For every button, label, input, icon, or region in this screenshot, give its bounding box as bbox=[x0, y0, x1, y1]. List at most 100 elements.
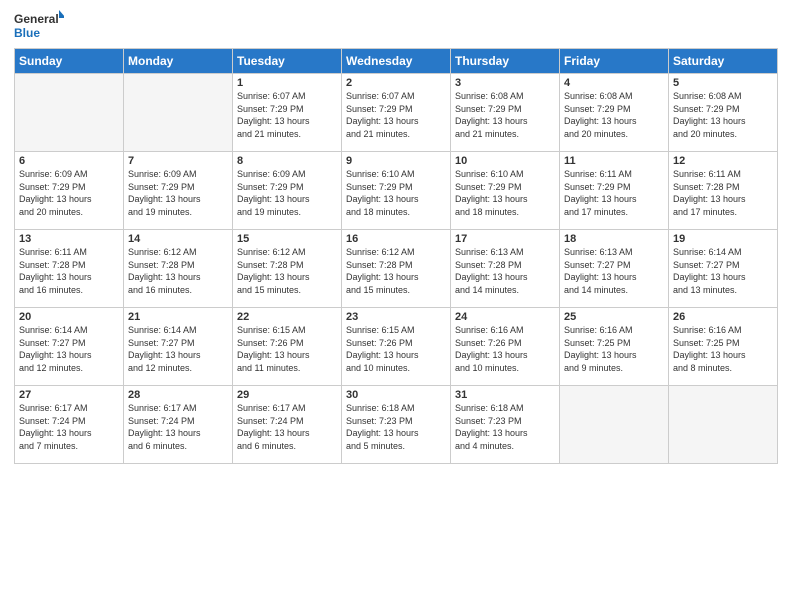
calendar-day-cell bbox=[669, 386, 778, 464]
day-info: Sunrise: 6:11 AM Sunset: 7:29 PM Dayligh… bbox=[564, 168, 664, 218]
calendar-day-cell: 21Sunrise: 6:14 AM Sunset: 7:27 PM Dayli… bbox=[124, 308, 233, 386]
day-info: Sunrise: 6:15 AM Sunset: 7:26 PM Dayligh… bbox=[346, 324, 446, 374]
day-number: 5 bbox=[673, 77, 773, 89]
day-info: Sunrise: 6:15 AM Sunset: 7:26 PM Dayligh… bbox=[237, 324, 337, 374]
day-number: 12 bbox=[673, 155, 773, 167]
calendar-day-cell: 12Sunrise: 6:11 AM Sunset: 7:28 PM Dayli… bbox=[669, 152, 778, 230]
day-info: Sunrise: 6:07 AM Sunset: 7:29 PM Dayligh… bbox=[346, 90, 446, 140]
calendar-day-header: Friday bbox=[560, 49, 669, 74]
day-info: Sunrise: 6:09 AM Sunset: 7:29 PM Dayligh… bbox=[19, 168, 119, 218]
day-number: 23 bbox=[346, 311, 446, 323]
calendar-week-row: 27Sunrise: 6:17 AM Sunset: 7:24 PM Dayli… bbox=[15, 386, 778, 464]
calendar-day-header: Thursday bbox=[451, 49, 560, 74]
day-info: Sunrise: 6:14 AM Sunset: 7:27 PM Dayligh… bbox=[128, 324, 228, 374]
day-number: 11 bbox=[564, 155, 664, 167]
calendar-table: SundayMondayTuesdayWednesdayThursdayFrid… bbox=[14, 48, 778, 464]
calendar-day-cell: 8Sunrise: 6:09 AM Sunset: 7:29 PM Daylig… bbox=[233, 152, 342, 230]
day-info: Sunrise: 6:09 AM Sunset: 7:29 PM Dayligh… bbox=[237, 168, 337, 218]
day-number: 22 bbox=[237, 311, 337, 323]
day-number: 24 bbox=[455, 311, 555, 323]
day-number: 2 bbox=[346, 77, 446, 89]
day-number: 13 bbox=[19, 233, 119, 245]
day-info: Sunrise: 6:12 AM Sunset: 7:28 PM Dayligh… bbox=[128, 246, 228, 296]
day-info: Sunrise: 6:18 AM Sunset: 7:23 PM Dayligh… bbox=[346, 402, 446, 452]
day-info: Sunrise: 6:16 AM Sunset: 7:26 PM Dayligh… bbox=[455, 324, 555, 374]
calendar-day-cell: 19Sunrise: 6:14 AM Sunset: 7:27 PM Dayli… bbox=[669, 230, 778, 308]
day-number: 6 bbox=[19, 155, 119, 167]
calendar-day-cell: 25Sunrise: 6:16 AM Sunset: 7:25 PM Dayli… bbox=[560, 308, 669, 386]
calendar-day-cell: 7Sunrise: 6:09 AM Sunset: 7:29 PM Daylig… bbox=[124, 152, 233, 230]
day-info: Sunrise: 6:14 AM Sunset: 7:27 PM Dayligh… bbox=[19, 324, 119, 374]
calendar-day-cell: 29Sunrise: 6:17 AM Sunset: 7:24 PM Dayli… bbox=[233, 386, 342, 464]
calendar-day-cell: 13Sunrise: 6:11 AM Sunset: 7:28 PM Dayli… bbox=[15, 230, 124, 308]
day-number: 20 bbox=[19, 311, 119, 323]
day-info: Sunrise: 6:13 AM Sunset: 7:27 PM Dayligh… bbox=[564, 246, 664, 296]
calendar-week-row: 1Sunrise: 6:07 AM Sunset: 7:29 PM Daylig… bbox=[15, 74, 778, 152]
svg-text:Blue: Blue bbox=[14, 26, 40, 40]
day-info: Sunrise: 6:09 AM Sunset: 7:29 PM Dayligh… bbox=[128, 168, 228, 218]
day-info: Sunrise: 6:14 AM Sunset: 7:27 PM Dayligh… bbox=[673, 246, 773, 296]
calendar-header-row: SundayMondayTuesdayWednesdayThursdayFrid… bbox=[15, 49, 778, 74]
calendar-day-cell: 30Sunrise: 6:18 AM Sunset: 7:23 PM Dayli… bbox=[342, 386, 451, 464]
day-number: 16 bbox=[346, 233, 446, 245]
calendar-day-cell: 5Sunrise: 6:08 AM Sunset: 7:29 PM Daylig… bbox=[669, 74, 778, 152]
calendar-day-cell: 23Sunrise: 6:15 AM Sunset: 7:26 PM Dayli… bbox=[342, 308, 451, 386]
logo: General Blue bbox=[14, 10, 64, 42]
day-number: 10 bbox=[455, 155, 555, 167]
day-info: Sunrise: 6:10 AM Sunset: 7:29 PM Dayligh… bbox=[455, 168, 555, 218]
calendar-day-cell: 27Sunrise: 6:17 AM Sunset: 7:24 PM Dayli… bbox=[15, 386, 124, 464]
calendar-day-cell: 16Sunrise: 6:12 AM Sunset: 7:28 PM Dayli… bbox=[342, 230, 451, 308]
calendar-day-cell: 1Sunrise: 6:07 AM Sunset: 7:29 PM Daylig… bbox=[233, 74, 342, 152]
calendar-day-cell: 20Sunrise: 6:14 AM Sunset: 7:27 PM Dayli… bbox=[15, 308, 124, 386]
logo-svg: General Blue bbox=[14, 10, 64, 42]
calendar-day-cell: 31Sunrise: 6:18 AM Sunset: 7:23 PM Dayli… bbox=[451, 386, 560, 464]
day-info: Sunrise: 6:11 AM Sunset: 7:28 PM Dayligh… bbox=[19, 246, 119, 296]
calendar-day-cell: 24Sunrise: 6:16 AM Sunset: 7:26 PM Dayli… bbox=[451, 308, 560, 386]
day-info: Sunrise: 6:08 AM Sunset: 7:29 PM Dayligh… bbox=[673, 90, 773, 140]
calendar-day-cell: 3Sunrise: 6:08 AM Sunset: 7:29 PM Daylig… bbox=[451, 74, 560, 152]
svg-text:General: General bbox=[14, 12, 59, 26]
calendar-day-cell: 22Sunrise: 6:15 AM Sunset: 7:26 PM Dayli… bbox=[233, 308, 342, 386]
day-number: 4 bbox=[564, 77, 664, 89]
day-number: 14 bbox=[128, 233, 228, 245]
day-number: 1 bbox=[237, 77, 337, 89]
day-number: 7 bbox=[128, 155, 228, 167]
day-info: Sunrise: 6:10 AM Sunset: 7:29 PM Dayligh… bbox=[346, 168, 446, 218]
day-number: 19 bbox=[673, 233, 773, 245]
calendar-day-cell: 28Sunrise: 6:17 AM Sunset: 7:24 PM Dayli… bbox=[124, 386, 233, 464]
day-number: 25 bbox=[564, 311, 664, 323]
day-number: 29 bbox=[237, 389, 337, 401]
calendar-week-row: 6Sunrise: 6:09 AM Sunset: 7:29 PM Daylig… bbox=[15, 152, 778, 230]
calendar-day-header: Sunday bbox=[15, 49, 124, 74]
calendar-week-row: 20Sunrise: 6:14 AM Sunset: 7:27 PM Dayli… bbox=[15, 308, 778, 386]
day-info: Sunrise: 6:13 AM Sunset: 7:28 PM Dayligh… bbox=[455, 246, 555, 296]
calendar-day-header: Monday bbox=[124, 49, 233, 74]
day-info: Sunrise: 6:12 AM Sunset: 7:28 PM Dayligh… bbox=[346, 246, 446, 296]
day-number: 30 bbox=[346, 389, 446, 401]
calendar-day-header: Wednesday bbox=[342, 49, 451, 74]
day-number: 31 bbox=[455, 389, 555, 401]
calendar-day-cell: 26Sunrise: 6:16 AM Sunset: 7:25 PM Dayli… bbox=[669, 308, 778, 386]
day-info: Sunrise: 6:16 AM Sunset: 7:25 PM Dayligh… bbox=[564, 324, 664, 374]
day-info: Sunrise: 6:07 AM Sunset: 7:29 PM Dayligh… bbox=[237, 90, 337, 140]
page-container: General Blue SundayMondayTuesdayWednesda… bbox=[0, 0, 792, 474]
day-number: 27 bbox=[19, 389, 119, 401]
calendar-day-cell: 9Sunrise: 6:10 AM Sunset: 7:29 PM Daylig… bbox=[342, 152, 451, 230]
calendar-day-cell: 17Sunrise: 6:13 AM Sunset: 7:28 PM Dayli… bbox=[451, 230, 560, 308]
calendar-day-cell: 2Sunrise: 6:07 AM Sunset: 7:29 PM Daylig… bbox=[342, 74, 451, 152]
calendar-day-cell: 10Sunrise: 6:10 AM Sunset: 7:29 PM Dayli… bbox=[451, 152, 560, 230]
day-info: Sunrise: 6:17 AM Sunset: 7:24 PM Dayligh… bbox=[19, 402, 119, 452]
calendar-day-header: Saturday bbox=[669, 49, 778, 74]
calendar-day-cell: 15Sunrise: 6:12 AM Sunset: 7:28 PM Dayli… bbox=[233, 230, 342, 308]
day-number: 28 bbox=[128, 389, 228, 401]
day-info: Sunrise: 6:18 AM Sunset: 7:23 PM Dayligh… bbox=[455, 402, 555, 452]
day-number: 15 bbox=[237, 233, 337, 245]
day-number: 21 bbox=[128, 311, 228, 323]
header: General Blue bbox=[14, 10, 778, 42]
day-info: Sunrise: 6:16 AM Sunset: 7:25 PM Dayligh… bbox=[673, 324, 773, 374]
day-info: Sunrise: 6:17 AM Sunset: 7:24 PM Dayligh… bbox=[128, 402, 228, 452]
calendar-week-row: 13Sunrise: 6:11 AM Sunset: 7:28 PM Dayli… bbox=[15, 230, 778, 308]
day-number: 8 bbox=[237, 155, 337, 167]
day-number: 9 bbox=[346, 155, 446, 167]
calendar-day-cell: 4Sunrise: 6:08 AM Sunset: 7:29 PM Daylig… bbox=[560, 74, 669, 152]
